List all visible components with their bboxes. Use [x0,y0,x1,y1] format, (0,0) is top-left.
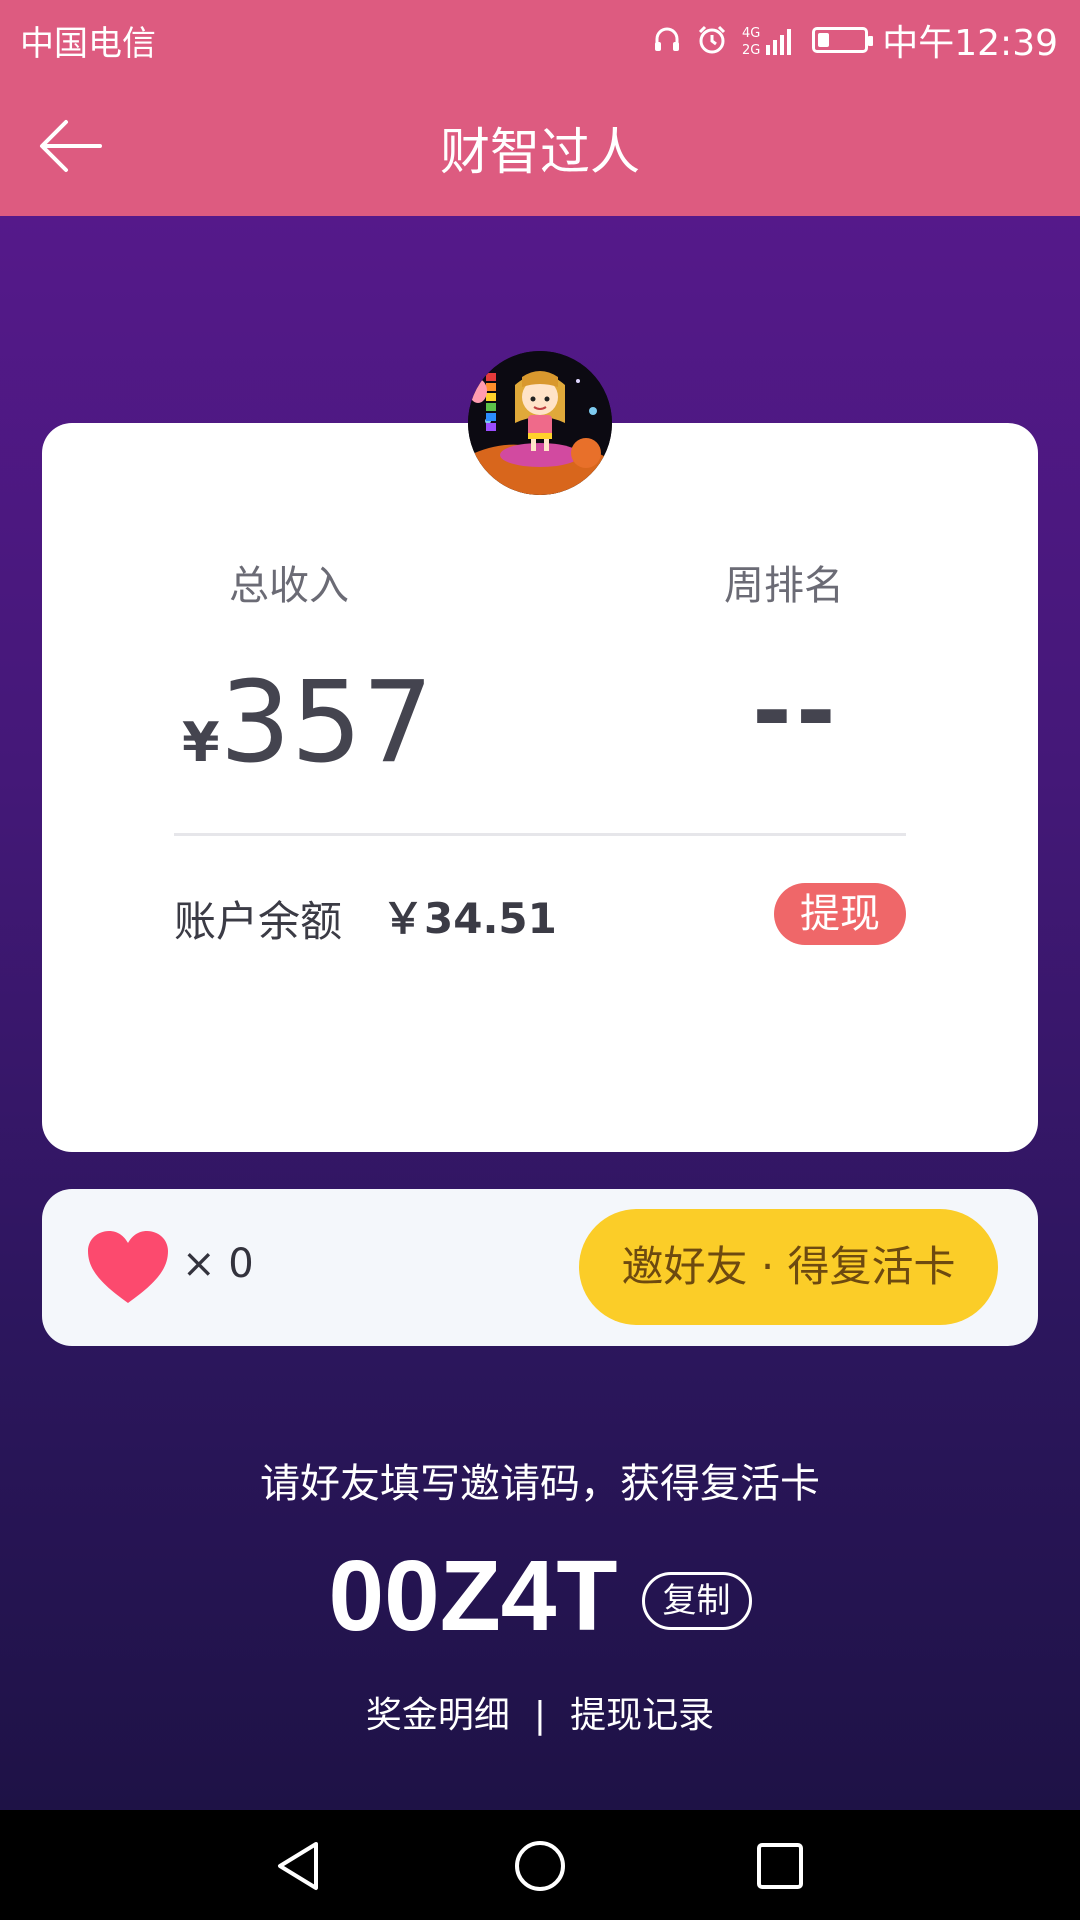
triangle-back-icon[interactable] [272,1838,328,1894]
status-icons: 4G 2G 中午12:39 [652,14,1058,66]
invite-code-row: 00Z4T 复制 [0,1539,1080,1652]
lives-count: × 0 [182,1241,254,1287]
link-separator: | [533,1695,547,1736]
headset-icon [655,27,680,51]
footer-links: 奖金明细 | 提现记录 [0,1686,1080,1738]
divider [174,833,906,836]
total-income-amount: 357 [219,658,434,788]
withdraw-records-link[interactable]: 提现记录 [570,1695,714,1736]
circle-home-icon[interactable] [512,1838,568,1894]
total-income-value: ¥357 [182,658,433,788]
alarm-icon [699,25,726,54]
withdraw-button[interactable]: 提现 [774,883,906,945]
avatar[interactable] [468,351,612,495]
svg-text:4G: 4G [742,26,760,41]
lives-panel: × 0 邀好友 · 得复活卡 [42,1189,1038,1346]
carrier-name: 中国电信 [20,24,156,64]
title-bar: 财智过人 [0,74,1080,216]
invite-friends-button[interactable]: 邀好友 · 得复活卡 [579,1209,998,1325]
invite-code: 00Z4T [328,1539,618,1652]
balance-label: 账户余额 [174,897,343,946]
page-title: 财智过人 [440,123,640,181]
currency-symbol: ¥ [182,711,220,774]
invite-hint: 请好友填写邀请码，获得复活卡 [260,1461,820,1507]
clock: 中午12:39 [882,23,1058,64]
svg-text:2G: 2G [742,43,760,57]
system-nav-bar [0,1810,1080,1920]
main-content: 总收入 周排名 ¥357 -- 账户余额 ￥34.51 提现 × 0 邀好友 ·… [0,216,1080,1810]
weekly-rank-label: 周排名 [724,563,844,609]
income-card: 总收入 周排名 ¥357 -- 账户余额 ￥34.51 提现 [42,423,1038,1152]
bonus-details-link[interactable]: 奖金明细 [366,1695,510,1736]
balance-value: ￥34.51 [382,894,557,943]
square-recents-icon[interactable] [752,1838,808,1894]
signal-icon: 4G 2G [742,26,792,57]
avatar-image [468,351,612,495]
status-bar: 中国电信 4G 2G 中午12:39 [0,0,1080,74]
total-income-label: 总收入 [229,563,349,609]
heart-icon [88,1231,168,1303]
battery-icon [812,27,874,53]
weekly-rank-value: -- [752,655,840,767]
copy-button[interactable]: 复制 [641,1572,752,1630]
